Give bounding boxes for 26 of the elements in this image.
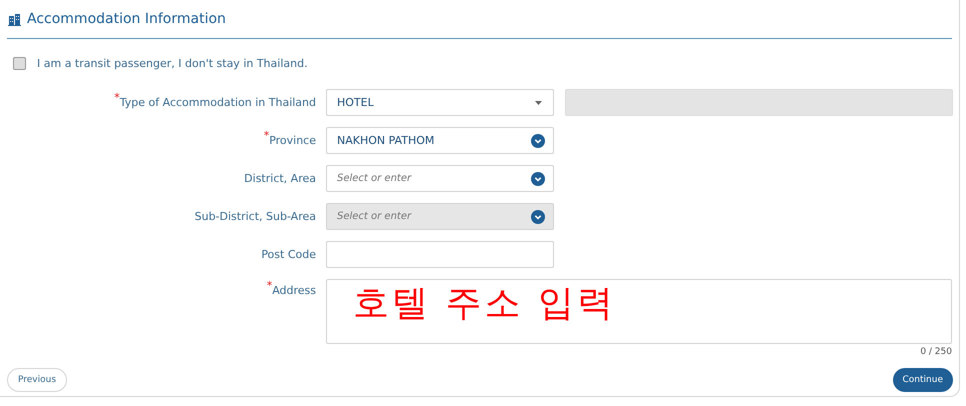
chevron-icon — [531, 210, 545, 224]
building-icon — [8, 12, 21, 26]
required-mark: * — [264, 131, 270, 140]
required-mark: * — [114, 93, 120, 102]
input-field[interactable] — [326, 241, 554, 268]
section-title: Accommodation Information — [27, 11, 226, 27]
dropdown[interactable]: HOTEL — [326, 89, 554, 116]
chevron-icon — [531, 134, 545, 148]
field-label: Post Code — [261, 248, 316, 261]
caret-icon — [535, 100, 542, 104]
character-counter: 0 / 250 — [920, 347, 952, 357]
annotation-text: 호텔 주소 입력 — [353, 282, 616, 326]
continue-button[interactable]: Continue — [892, 368, 953, 392]
field-label: District, Area — [244, 172, 316, 185]
field-label: Sub-District, Sub-Area — [194, 210, 316, 223]
text-area[interactable]: 호텔 주소 입력 — [326, 279, 952, 344]
checkbox[interactable] — [13, 56, 26, 70]
required-mark: * — [266, 281, 272, 290]
field-label: Type of Accommodation in Thailand — [120, 96, 316, 109]
combo-box[interactable]: Select or enter — [326, 165, 554, 192]
checkbox-label: I am a transit passenger, I don't stay in Thailand. — [37, 56, 308, 70]
field-label: Province — [269, 134, 316, 147]
previous-button[interactable]: Previous — [7, 368, 68, 392]
field-label: Address — [272, 284, 316, 297]
chevron-icon — [531, 172, 545, 186]
combo-box[interactable]: NAKHON PATHOM — [326, 127, 554, 154]
